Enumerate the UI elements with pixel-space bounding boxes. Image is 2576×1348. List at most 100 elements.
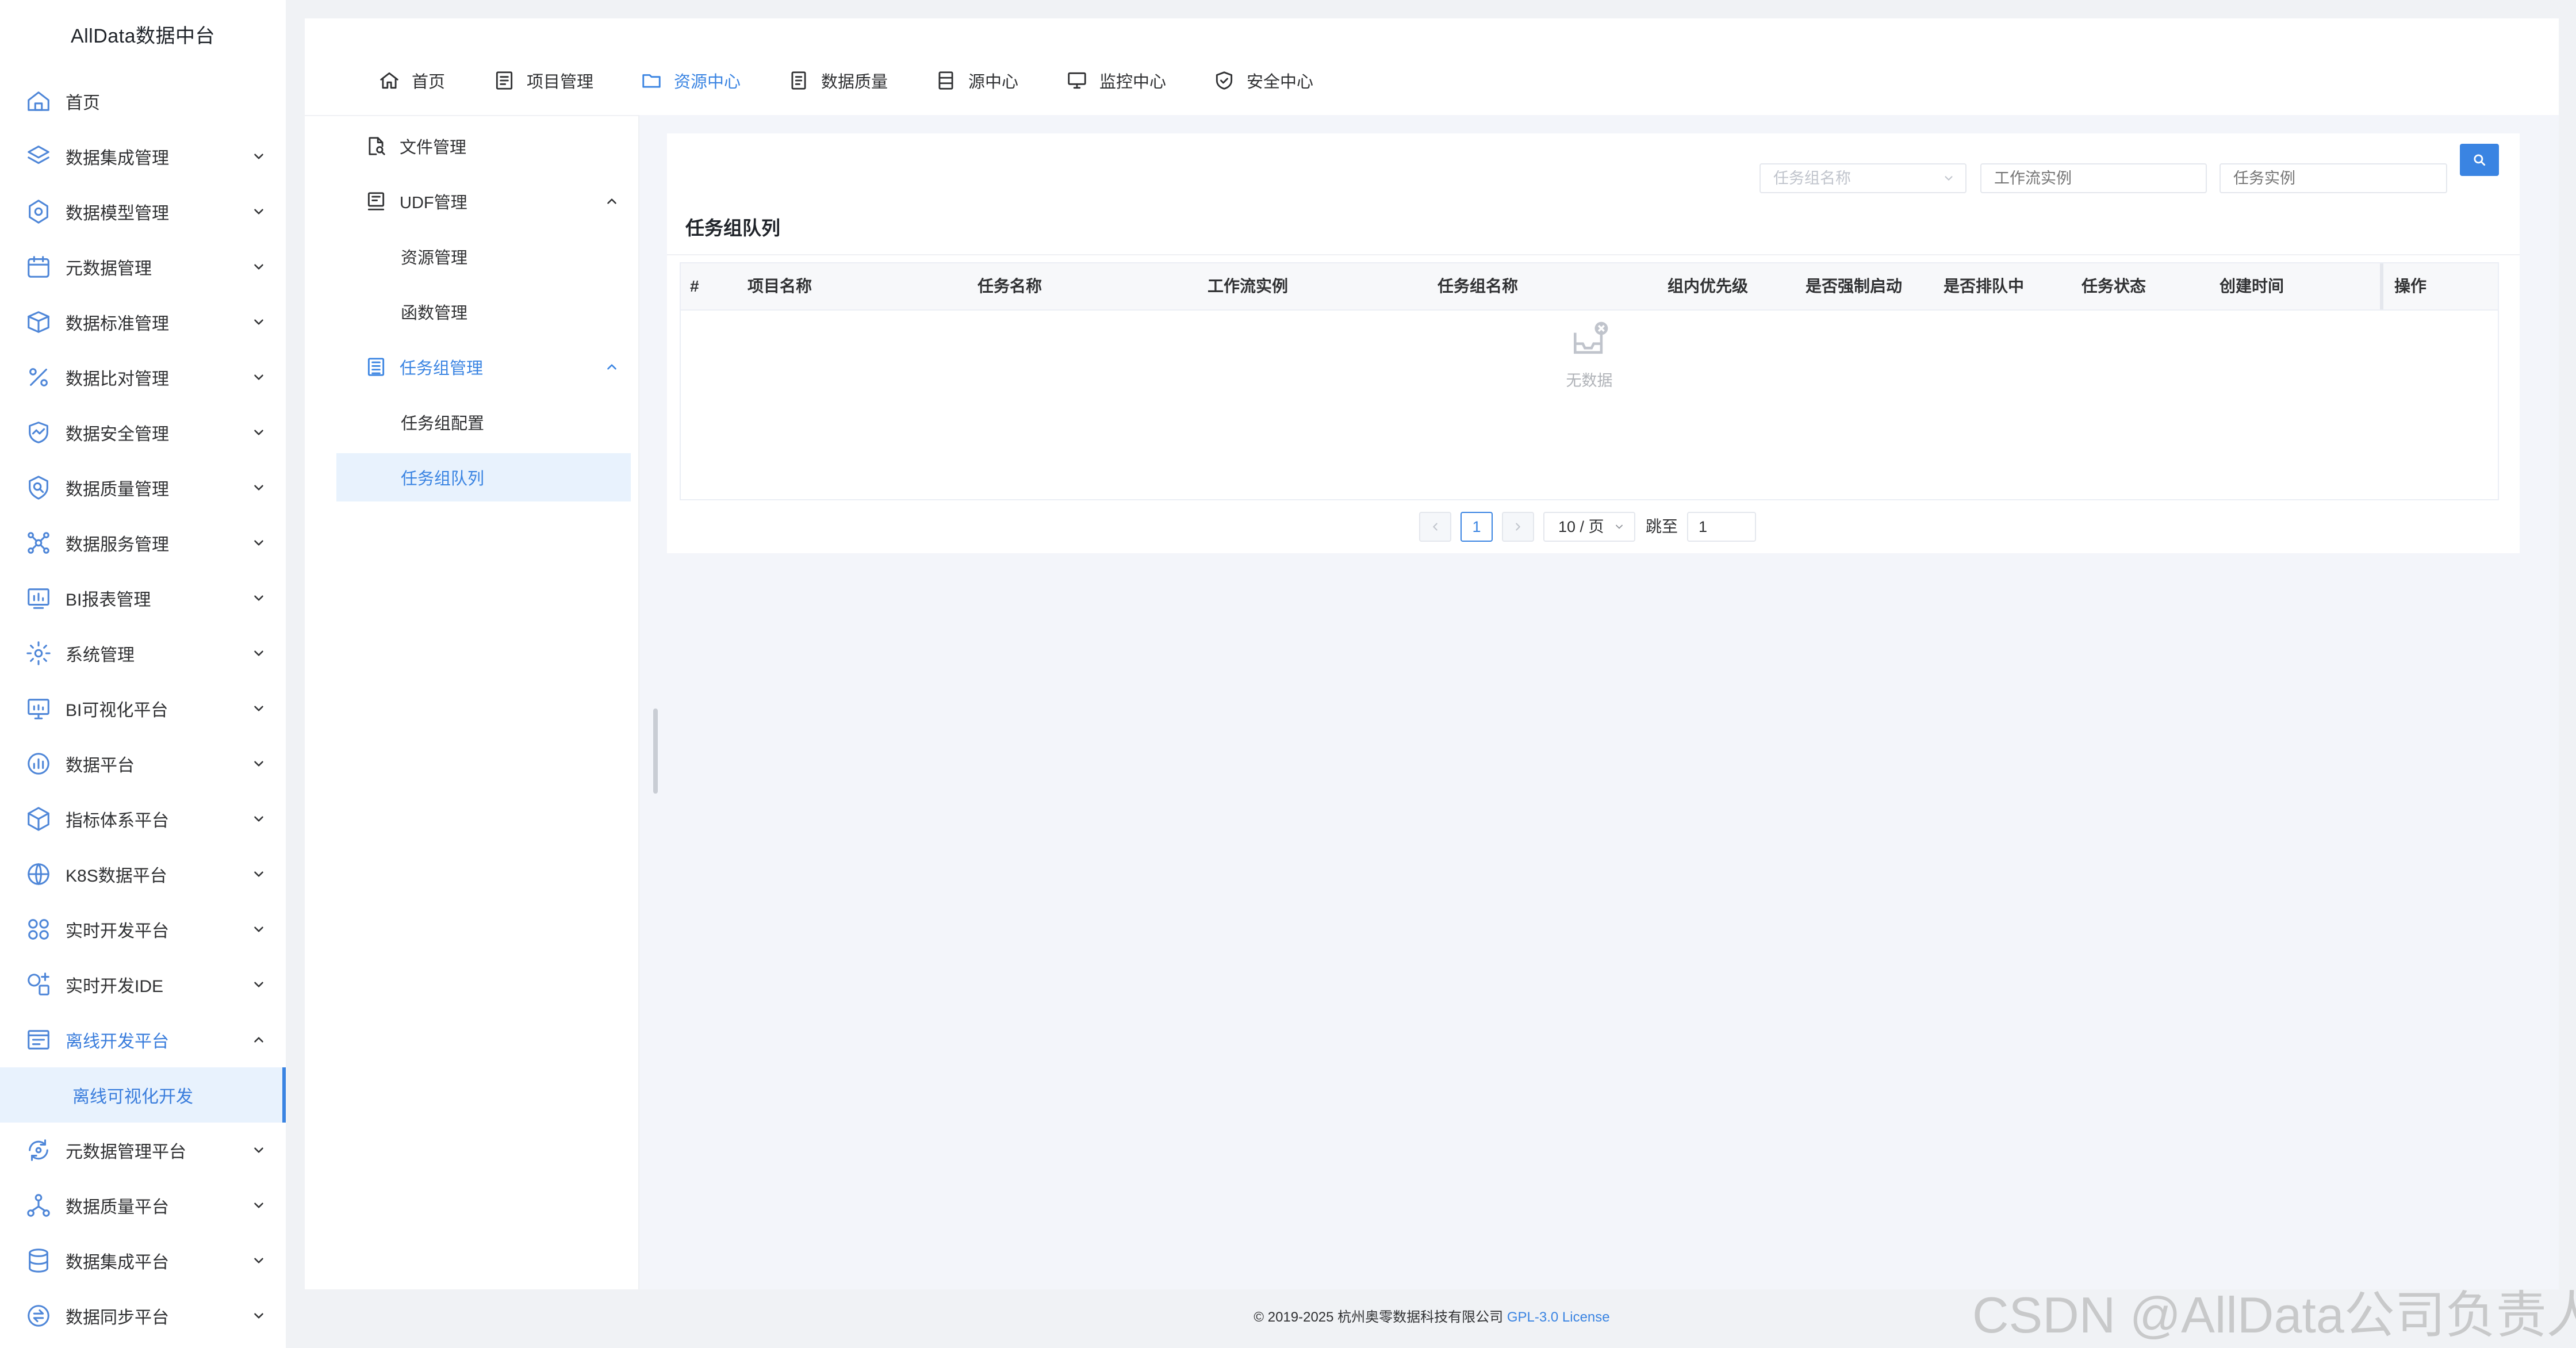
sidebar: AllData数据中台 首页 数据集成管理 数据模型管理 元数据管理 数据标准管…: [0, 0, 286, 1348]
sidebar-item-data-service-mgmt[interactable]: 数据服务管理: [0, 515, 286, 570]
task-group-select[interactable]: 任务组名称: [1759, 163, 1966, 193]
sidebar-item-data-security-mgmt[interactable]: 数据安全管理: [0, 405, 286, 460]
column-header: 工作流实例: [1208, 277, 1289, 295]
submenu-item-function-mgmt[interactable]: 函数管理: [336, 288, 631, 336]
nodes-icon: [25, 1192, 52, 1219]
home-icon: [378, 70, 400, 91]
sidebar-item-label: 数据同步平台: [66, 1308, 169, 1327]
file-search-icon: [365, 135, 387, 157]
chevron-down-icon: [251, 370, 266, 385]
page-size-select[interactable]: 10 / 页: [1543, 512, 1635, 542]
sidebar-item-label: 指标体系平台: [66, 811, 169, 830]
jump-label: 跳至: [1646, 518, 1678, 535]
tab-project-mgmt[interactable]: 项目管理: [493, 64, 593, 97]
table-header: # 项目名称 任务名称 工作流实例 任务组名称 组内优先级 是否强制启动 是否排…: [681, 263, 2498, 311]
sidebar-item-system-mgmt[interactable]: 系统管理: [0, 626, 286, 681]
bar-chart-icon: [25, 750, 52, 777]
sidebar-item-offline-platform[interactable]: 离线开发平台: [0, 1012, 286, 1067]
refresh-icon: [25, 1137, 52, 1163]
task-instance-input[interactable]: [2220, 163, 2447, 193]
sidebar-item-data-quality-mgmt[interactable]: 数据质量管理: [0, 460, 286, 515]
column-header: 是否排队中: [1943, 277, 2025, 295]
watermark: CSDN @AllData公司负责人: [1972, 1286, 2576, 1343]
ide-icon: [25, 971, 52, 998]
sidebar-item-offline-visual-dev[interactable]: 离线可视化开发: [0, 1067, 286, 1123]
sidebar-item-k8s-platform[interactable]: K8S数据平台: [0, 847, 286, 902]
tab-label: 数据质量: [821, 73, 888, 91]
submenu-label: 任务组队列: [401, 470, 485, 488]
sidebar-item-data-model-mgmt[interactable]: 数据模型管理: [0, 184, 286, 239]
sidebar-item-indicator-platform[interactable]: 指标体系平台: [0, 791, 286, 847]
chevron-right-icon: [1512, 520, 1524, 533]
tab-label: 监控中心: [1099, 73, 1167, 91]
prev-page-button[interactable]: [1419, 512, 1451, 542]
column-header: 项目名称: [747, 277, 812, 295]
sidebar-item-home[interactable]: 首页: [0, 74, 286, 129]
chevron-down-icon: [251, 811, 266, 826]
tab-resource-center[interactable]: 资源中心: [641, 64, 741, 97]
submenu-item-resource-mgmt[interactable]: 资源管理: [336, 232, 631, 281]
license-link[interactable]: GPL-3.0 License: [1507, 1309, 1610, 1325]
chevron-down-icon: [251, 259, 266, 274]
submenu-item-file-mgmt[interactable]: 文件管理: [336, 122, 631, 170]
empty-state: 无数据: [1532, 317, 1647, 390]
column-header: 任务状态: [2082, 277, 2146, 295]
chevron-up-icon: [604, 359, 619, 374]
tab-security-center[interactable]: 安全中心: [1213, 64, 1313, 97]
sidebar-item-data-integration-mgmt[interactable]: 数据集成管理: [0, 129, 286, 184]
workflow-instance-input[interactable]: [1980, 163, 2207, 193]
page-number-current[interactable]: 1: [1460, 512, 1493, 542]
sidebar-item-sync-platform[interactable]: 数据同步平台: [0, 1288, 286, 1343]
sidebar-item-data-compare-mgmt[interactable]: 数据比对管理: [0, 350, 286, 405]
sidebar-item-bi-visual-platform[interactable]: BI可视化平台: [0, 681, 286, 736]
submenu-item-task-group-config[interactable]: 任务组配置: [336, 398, 631, 446]
list-icon: [493, 70, 515, 91]
model-icon: [25, 198, 52, 225]
sidebar-item-data-platform[interactable]: 数据平台: [0, 736, 286, 791]
sidebar-item-metadata-platform[interactable]: 元数据管理平台: [0, 1123, 286, 1178]
sidebar-item-label: 数据质量平台: [66, 1198, 169, 1217]
folder-icon: [641, 70, 662, 91]
sidebar-item-label: 首页: [66, 94, 100, 113]
gear-icon: [25, 640, 52, 667]
chevron-down-icon: [251, 535, 266, 550]
submenu-label: 文件管理: [400, 139, 467, 157]
submenu-label: UDF管理: [400, 194, 467, 212]
sidebar-item-realtime-platform[interactable]: 实时开发平台: [0, 902, 286, 957]
sidebar-item-bi-report-mgmt[interactable]: BI报表管理: [0, 570, 286, 626]
sidebar-item-quality-platform[interactable]: 数据质量平台: [0, 1178, 286, 1233]
sidebar-item-data-standard-mgmt[interactable]: 数据标准管理: [0, 294, 286, 350]
network-icon: [25, 530, 52, 556]
submenu-item-task-group-mgmt[interactable]: 任务组管理: [336, 343, 631, 391]
chevron-down-icon: [251, 149, 266, 164]
sidebar-item-label: 数据服务管理: [66, 535, 169, 554]
submenu-item-task-group-queue[interactable]: 任务组队列: [336, 453, 631, 501]
chevron-down-icon: [251, 756, 266, 771]
submenu-item-udf-mgmt[interactable]: UDF管理: [336, 177, 631, 225]
next-page-button[interactable]: [1502, 512, 1534, 542]
sidebar-item-label: 离线可视化开发: [72, 1087, 193, 1106]
chevron-down-icon: [251, 204, 266, 219]
chevron-up-icon: [251, 1032, 266, 1047]
sidebar-item-integration-platform[interactable]: 数据集成平台: [0, 1233, 286, 1288]
chevron-down-icon: [251, 425, 266, 440]
tab-source-center[interactable]: 源中心: [935, 64, 1018, 97]
chevron-down-icon: [251, 646, 266, 661]
shield-chart-icon: [25, 419, 52, 446]
resize-handle[interactable]: [653, 709, 658, 794]
column-header: 操作: [2394, 277, 2427, 295]
tab-data-quality[interactable]: 数据质量: [788, 64, 888, 97]
jump-page-input[interactable]: 1: [1687, 512, 1756, 542]
search-bar: 任务组名称: [667, 133, 2520, 201]
chevron-down-icon: [251, 480, 266, 495]
search-button[interactable]: [2460, 144, 2499, 176]
select-placeholder: 任务组名称: [1773, 170, 1851, 187]
tab-home[interactable]: 首页: [378, 64, 445, 97]
chevron-down-icon: [1942, 172, 1955, 185]
chevron-down-icon: [251, 922, 266, 937]
sidebar-item-realtime-ide[interactable]: 实时开发IDE: [0, 957, 286, 1012]
sidebar-item-metadata-mgmt[interactable]: 元数据管理: [0, 239, 286, 294]
sidebar-item-label: 元数据管理平台: [66, 1143, 186, 1162]
tab-monitor-center[interactable]: 监控中心: [1066, 64, 1166, 97]
sidebar-item-label: 数据集成管理: [66, 149, 169, 168]
